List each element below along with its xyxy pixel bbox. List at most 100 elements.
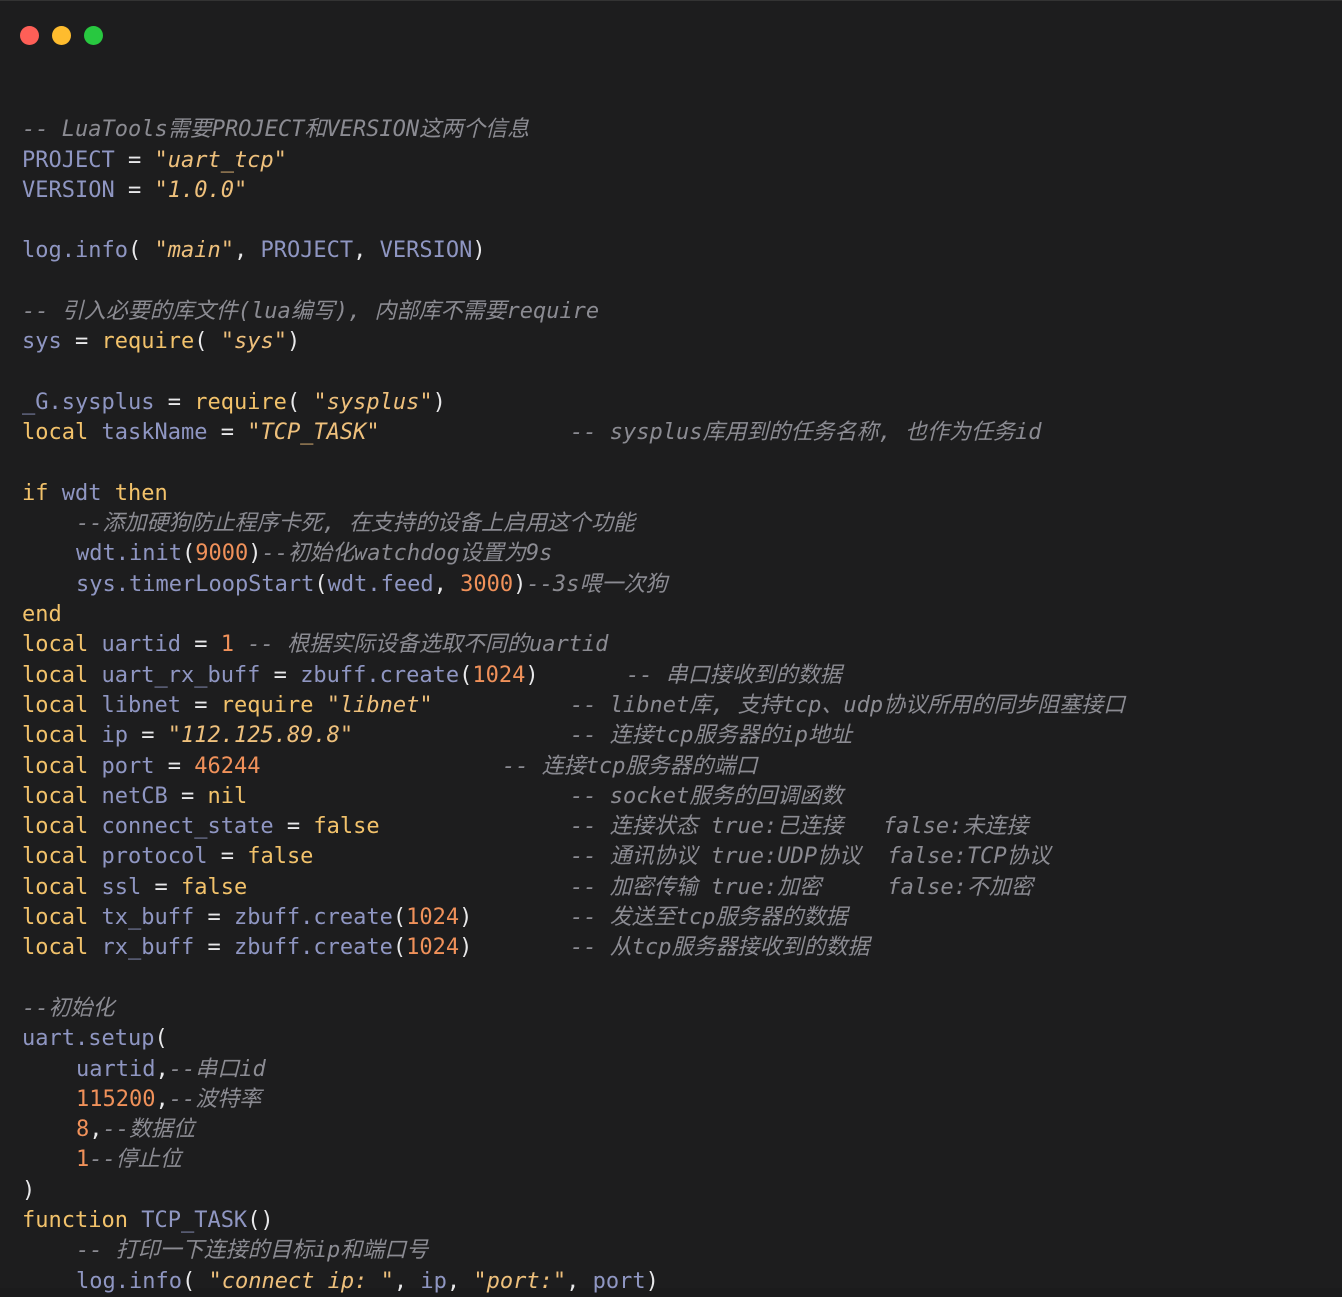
- code-token: (: [194, 329, 221, 355]
- code-string: "TCP_TASK": [247, 420, 380, 446]
- code-line-content: end: [22, 602, 62, 627]
- code-token: ): [22, 1177, 36, 1203]
- code-token: ): [525, 662, 539, 688]
- code-editor[interactable]: -- LuaTools需要PROJECT和VERSION这两个信息 PROJECT…: [22, 85, 1125, 1297]
- code-line: local uartid = 1 -- 根据实际设备选取不同的uartid: [22, 630, 667, 660]
- code-line: 8,--数据位: [22, 1115, 667, 1145]
- code-line: -- LuaTools需要PROJECT和VERSION这两个信息: [22, 115, 667, 145]
- code-number: 1024: [406, 905, 460, 931]
- code-line: --初始化: [22, 994, 667, 1024]
- code-token: PROJECT: [260, 238, 354, 264]
- code-token: TCP_TASK: [141, 1207, 248, 1233]
- code-line-content: local uart_rx_buff = zbuff.create(1024): [22, 663, 539, 688]
- code-token: =: [61, 329, 102, 355]
- close-button[interactable]: [20, 26, 39, 45]
- code-line: local uart_rx_buff = zbuff.create(1024) -…: [22, 661, 842, 691]
- code-token: (: [181, 1268, 209, 1294]
- code-line: PROJECT = "uart_tcp": [22, 146, 667, 176]
- code-token: ssl: [101, 874, 142, 900]
- code-token: =: [114, 177, 155, 203]
- code-string: "main": [154, 238, 234, 264]
- maximize-button[interactable]: [84, 26, 103, 45]
- code-token: connect_state: [101, 814, 274, 840]
- code-token: =: [154, 389, 195, 415]
- code-token: =: [154, 753, 195, 779]
- code-keyword: require: [101, 329, 195, 355]
- code-token: ,: [446, 1268, 474, 1294]
- code-token: uart_rx_buff: [101, 662, 261, 688]
- code-line-content: sys = require( "sys"): [22, 329, 300, 354]
- code-token: uart.setup: [22, 1026, 155, 1052]
- code-number: 115200: [76, 1086, 156, 1112]
- code-line-content: --添加硬狗防止程序卡死, 在支持的设备上启用这个功能: [22, 511, 635, 536]
- code-line: wdt.init(9000)--初始化watchdog设置为9s: [22, 539, 667, 569]
- code-token: ip: [420, 1268, 447, 1294]
- code-token: wdt.feed: [327, 571, 434, 597]
- code-token: (: [392, 935, 407, 961]
- code-token: ,: [89, 1117, 103, 1143]
- code-line: ): [22, 1176, 667, 1206]
- code-number: 3000: [460, 571, 514, 597]
- code-trailing-comment: -- socket服务的回调函数: [570, 783, 844, 809]
- code-line: log.info( "connect ip: ", ip, "port:", p…: [22, 1267, 667, 1297]
- code-token: ,: [393, 1268, 421, 1294]
- code-trailing-comment: -- 通讯协议 true:UDP协议 false:TCP协议: [570, 844, 1051, 870]
- code-line: local tx_buff = zbuff.create(1024) -- 发送至…: [22, 903, 847, 933]
- code-token: protocol: [101, 844, 208, 870]
- code-line-content: sys.timerLoopStart(wdt.feed, 3000)--3s喂一…: [22, 572, 667, 597]
- code-line-content: local protocol = false: [22, 844, 313, 869]
- code-token: tx_buff: [101, 905, 195, 931]
- code-trailing-comment: -- 连接tcp服务器的端口: [502, 753, 758, 779]
- code-trailing-comment: -- 加密传输 true:加密 false:不加密: [570, 874, 1033, 900]
- code-token: PROJECT: [22, 147, 115, 173]
- code-line: sys = require( "sys"): [22, 327, 667, 357]
- code-keyword: false: [180, 874, 248, 900]
- code-token: VERSION: [379, 238, 473, 264]
- code-token: =: [260, 662, 301, 688]
- code-number: 8: [76, 1117, 90, 1143]
- code-line: uartid,--串口id: [22, 1055, 667, 1085]
- code-token: =: [167, 783, 208, 809]
- code-line: local port = 46244 -- 连接tcp服务器的端口: [22, 752, 757, 782]
- code-token: wdt.init: [76, 541, 182, 567]
- code-trailing-comment: -- 连接状态 true:已连接 false:未连接: [570, 814, 1029, 840]
- code-line: local taskName = "TCP_TASK" -- sysplus库用到…: [22, 418, 1041, 448]
- code-line-content: ): [22, 1178, 35, 1203]
- code-token: ): [645, 1268, 659, 1294]
- code-token: ): [248, 541, 262, 567]
- code-line-content: local uartid = 1 -- 根据实际设备选取不同的uartid: [22, 632, 608, 657]
- code-token: (: [181, 541, 196, 567]
- code-token: (: [286, 389, 314, 415]
- code-line: -- 打印一下连接的目标ip和端口号: [22, 1236, 667, 1266]
- code-token: netCB: [101, 783, 168, 809]
- code-keyword: local: [22, 692, 89, 718]
- code-line-content: -- LuaTools需要PROJECT和VERSION这两个信息: [22, 117, 529, 142]
- minimize-button[interactable]: [52, 26, 71, 45]
- code-token: ): [286, 329, 301, 355]
- code-comment: --波特率: [168, 1086, 262, 1112]
- code-token: ): [432, 389, 446, 415]
- code-token: taskName: [101, 420, 208, 446]
- code-line-content: _G.sysplus = require( "sysplus"): [22, 390, 446, 415]
- code-keyword: local: [22, 905, 89, 931]
- code-token: libnet: [101, 692, 181, 718]
- code-number: 1: [76, 1147, 90, 1173]
- code-line: local rx_buff = zbuff.create(1024) -- 从tc…: [22, 933, 869, 963]
- code-token: (): [247, 1207, 274, 1233]
- code-line-content: wdt.init(9000)--初始化watchdog设置为9s: [22, 541, 552, 566]
- code-token: =: [273, 814, 314, 840]
- code-comment: -- 打印一下连接的目标ip和端口号: [76, 1238, 429, 1264]
- code-comment: --串口id: [168, 1056, 266, 1082]
- code-token: ): [459, 905, 473, 931]
- code-token: (: [459, 662, 473, 688]
